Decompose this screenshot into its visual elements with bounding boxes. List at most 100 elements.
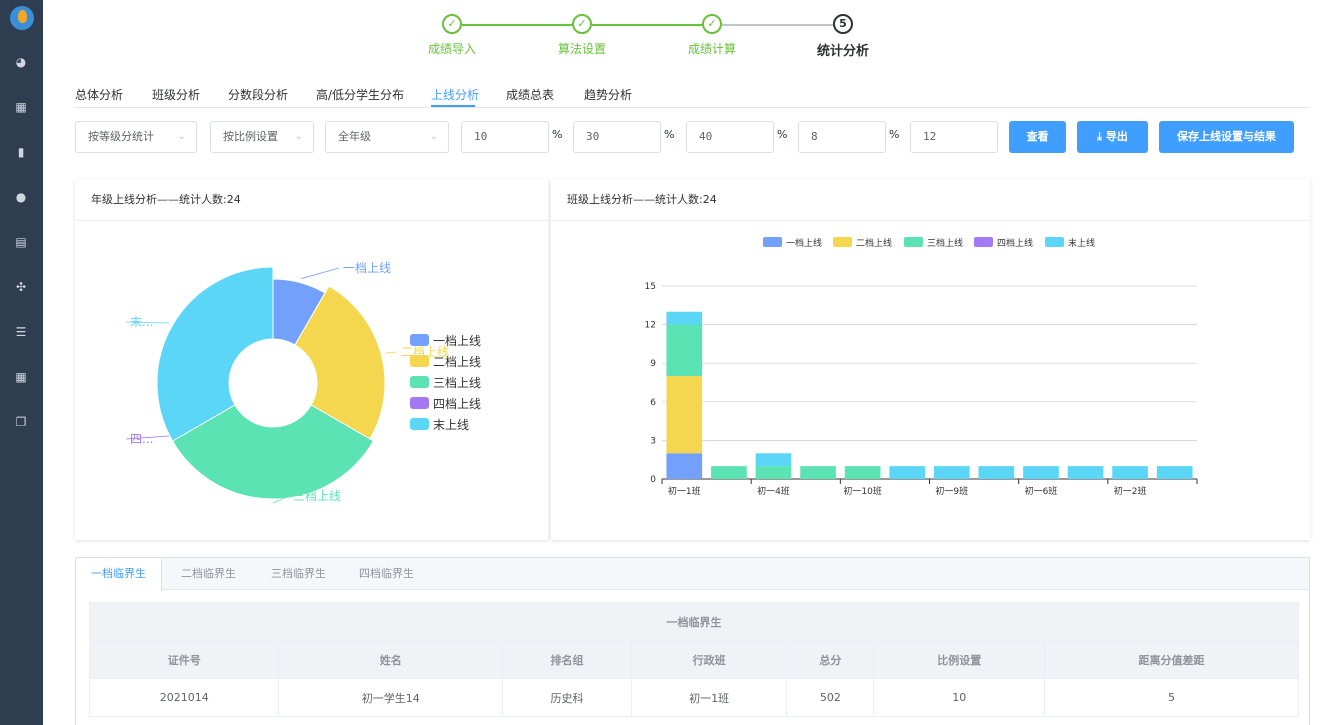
grade-value: 全年级 (338, 130, 371, 143)
stat-mode-select[interactable]: 按等级分统计 ⌄ (75, 121, 197, 153)
slice-label: 四... (130, 432, 153, 446)
legend-swatch (904, 237, 923, 247)
step-label: 统计分析 (816, 44, 869, 59)
grid-icon[interactable]: ▦ (14, 100, 28, 114)
legend-label: 末上线 (1068, 237, 1095, 249)
column-header: 总分 (786, 640, 875, 679)
grade-panel: 年级上线分析——统计人数:24 一档上线 二档上线 三档上线 四... 末... 一档上线… (75, 179, 548, 540)
tab-3[interactable]: 分数段分析 (228, 86, 288, 103)
tab-2[interactable]: 班级分析 (152, 86, 200, 103)
bar-segment (711, 466, 747, 479)
column-header: 证件号 (88, 640, 280, 679)
legend-label: 四档上线 (997, 237, 1033, 249)
legend-swatch (410, 376, 429, 388)
column-header: 行政班 (630, 640, 788, 679)
dashboard-icon[interactable]: ◕ (14, 55, 28, 69)
step-3: ✓ 成绩计算 (672, 14, 752, 57)
legend-label: 一档上线 (433, 334, 481, 348)
legend-label: 二档上线 (856, 237, 892, 249)
critical-tab-4[interactable]: 四档临界生 (344, 558, 429, 590)
table-cell: 初一1班 (630, 678, 788, 717)
export-button[interactable]: ⤓ 导出 (1077, 121, 1148, 153)
legend-label: 末上线 (433, 418, 469, 432)
export-label: 导出 (1105, 130, 1128, 143)
percent-label: % (552, 128, 563, 141)
book-icon[interactable]: ▮ (14, 145, 28, 159)
tab-1[interactable]: 总体分析 (75, 86, 123, 103)
grade-donut-chart: 一档上线二档上线三档上线四...末...一档上线二档上线三档上线四档上线末上线 (125, 261, 481, 504)
bar-segment (755, 466, 792, 479)
x-tick-label: 初一6班 (1025, 485, 1058, 497)
tab-6[interactable]: 成绩总表 (506, 86, 554, 103)
column-header: 比例设置 (873, 640, 1045, 679)
list-icon[interactable]: ☰ (14, 325, 28, 339)
table-icon[interactable]: ▦ (14, 370, 28, 384)
ratio-mode-select[interactable]: 按比例设置 ⌄ (210, 121, 314, 153)
table-cell: 5 (1044, 678, 1299, 717)
legend-label: 二档上线 (433, 355, 481, 369)
document-icon[interactable]: ▤ (14, 235, 28, 249)
x-tick-label: 初一1班 (668, 485, 701, 497)
y-tick-label: 9 (650, 359, 656, 369)
donut-slice (156, 266, 274, 442)
legend-swatch (974, 237, 993, 247)
bar-segment (978, 466, 1015, 479)
table-cell: 10 (873, 678, 1045, 717)
y-tick-label: 12 (645, 321, 656, 331)
view-button[interactable]: 查看 (1009, 121, 1066, 153)
y-tick-label: 0 (650, 475, 656, 485)
bar-segment (666, 311, 703, 325)
app-logo (10, 6, 34, 30)
bar-segment (1112, 466, 1148, 479)
critical-tab-2[interactable]: 二档临界生 (166, 558, 251, 590)
ratio-mode-value: 按比例设置 (223, 130, 278, 143)
bar-segment (666, 376, 703, 454)
y-tick-label: 15 (645, 282, 656, 292)
tab-5[interactable]: 上线分析 (431, 86, 479, 103)
chevron-down-icon: ⌄ (294, 131, 303, 142)
save-settings-button[interactable]: 保存上线设置与结果 (1159, 121, 1294, 153)
check-icon: ✓ (442, 14, 462, 34)
step-4: 5 统计分析 (803, 14, 883, 59)
bar-segment (800, 466, 836, 479)
critical-tab-3[interactable]: 三档临界生 (256, 558, 341, 590)
ratio-input-5[interactable]: 12 (910, 121, 998, 153)
legend-swatch (1045, 237, 1064, 247)
y-tick-label: 3 (650, 436, 656, 446)
percent-label: % (889, 128, 900, 141)
legend-label: 三档上线 (433, 376, 481, 390)
bar-segment (666, 453, 703, 479)
ratio-input-2[interactable]: 30 (573, 121, 661, 153)
column-header: 排名组 (502, 640, 632, 679)
x-tick-label: 初一9班 (935, 485, 968, 497)
table-caption: 一档临界生 (89, 602, 1299, 641)
settings-icon[interactable]: ✣ (14, 280, 28, 294)
step-label: 成绩导入 (427, 42, 476, 56)
tab-4[interactable]: 高/低分学生分布 (316, 86, 404, 103)
bar-segment (889, 466, 926, 479)
class-stacked-bar-chart: 一档上线 二档上线 三档上线 四档上线 末上线 0 3 6 9 12 15 初一1班 初一4班 初一10班… (645, 237, 1198, 497)
copy-icon[interactable]: ❐ (14, 415, 28, 429)
ratio-input-3[interactable]: 40 (686, 121, 774, 153)
legend-label: 三档上线 (927, 237, 963, 249)
percent-label: % (664, 128, 675, 141)
slice-label: 三档上线 (293, 489, 341, 503)
legend-swatch (763, 237, 782, 247)
table-header: 证件号 姓名 排名组 行政班 总分 比例设置 距离分值差距 (88, 640, 1299, 679)
grade-select[interactable]: 全年级 ⌄ (325, 121, 449, 153)
x-tick-label: 初一2班 (1114, 485, 1147, 497)
ratio-input-4[interactable]: 8 (798, 121, 886, 153)
step-1: ✓ 成绩导入 (412, 14, 492, 57)
class-panel: 班级上线分析——统计人数:24 一档上线 二档上线 三档上线 四档上线 末上线 0 3 6 9 1… (551, 179, 1310, 540)
step-label: 成绩计算 (687, 42, 736, 56)
stat-mode-value: 按等级分统计 (88, 130, 154, 143)
table-cell: 初一学生14 (278, 678, 504, 717)
bar-segment (844, 466, 881, 479)
active-tab-indicator (431, 105, 475, 107)
ratio-input-1[interactable]: 10 (461, 121, 549, 153)
user-icon[interactable]: ● (14, 190, 28, 204)
bar-segment (666, 324, 703, 377)
legend-swatch (410, 334, 429, 346)
critical-tab-1[interactable]: 一档临界生 (76, 558, 162, 591)
tab-7[interactable]: 趋势分析 (584, 86, 632, 103)
